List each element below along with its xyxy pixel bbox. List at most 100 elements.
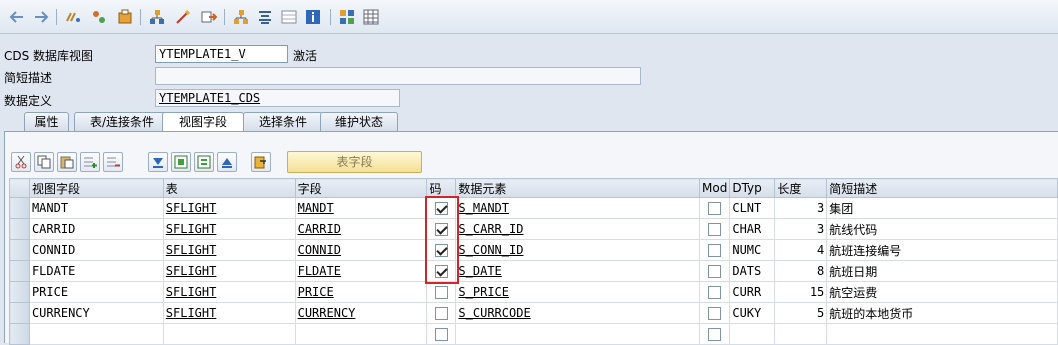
view-field-cell[interactable]: MANDT xyxy=(28,197,164,219)
table-cell[interactable]: SFLIGHT xyxy=(162,239,296,261)
data-element-cell[interactable]: S_MANDT xyxy=(455,197,701,219)
table-cell[interactable]: SFLIGHT xyxy=(162,260,296,282)
display-change-icon[interactable] xyxy=(90,8,108,26)
table-row[interactable]: FLDATE SFLIGHT FLDATE S_DATE DATS 8 航班日期 xyxy=(9,260,1058,282)
table-row[interactable] xyxy=(9,323,1058,345)
sort-up-icon[interactable] xyxy=(217,152,237,172)
data-element-cell[interactable]: S_CONN_ID xyxy=(455,239,701,261)
key-checkbox[interactable] xyxy=(434,244,448,257)
mod-checkbox-cell[interactable] xyxy=(699,323,731,345)
sort-down-icon[interactable] xyxy=(148,152,168,172)
field-cell[interactable]: CARRID xyxy=(294,218,428,240)
key-checkbox-cell[interactable] xyxy=(426,323,457,345)
view-name-field[interactable]: YTEMPLATE1_V xyxy=(155,45,288,63)
view-field-cell[interactable]: PRICE xyxy=(28,281,164,303)
key-checkbox[interactable] xyxy=(434,328,448,341)
row-selector[interactable] xyxy=(9,260,30,282)
col-header-table[interactable]: 表 xyxy=(162,178,296,198)
mod-checkbox[interactable] xyxy=(708,328,722,341)
mod-checkbox[interactable] xyxy=(708,265,722,278)
indent-icon[interactable] xyxy=(280,8,298,26)
key-icon[interactable] xyxy=(251,152,271,172)
col-header-view-field[interactable]: 视图字段 xyxy=(28,178,164,198)
view-field-cell[interactable]: FLDATE xyxy=(28,260,164,282)
row-selector[interactable] xyxy=(9,323,30,345)
col-header-length[interactable]: 长度 xyxy=(774,178,828,198)
cut-icon[interactable] xyxy=(11,152,31,172)
data-def-field[interactable]: YTEMPLATE1_CDS xyxy=(155,89,400,107)
key-checkbox-cell[interactable] xyxy=(426,197,457,219)
key-checkbox[interactable] xyxy=(434,286,448,299)
row-selector[interactable] xyxy=(9,197,30,219)
other-object-icon[interactable] xyxy=(64,8,82,26)
row-selector-header[interactable] xyxy=(9,178,30,198)
mod-checkbox-cell[interactable] xyxy=(699,302,731,324)
view-field-cell[interactable]: CONNID xyxy=(28,239,164,261)
mod-checkbox-cell[interactable] xyxy=(699,239,731,261)
key-checkbox[interactable] xyxy=(434,307,448,320)
tab-join-conditions[interactable]: 表/连接条件 xyxy=(74,112,170,132)
col-header-dtyp[interactable]: DTyp xyxy=(729,178,776,198)
view-field-cell[interactable] xyxy=(28,323,164,345)
view-field-cell[interactable]: CARRID xyxy=(28,218,164,240)
view-field-cell[interactable]: CURRENCY xyxy=(28,302,164,324)
key-checkbox-cell[interactable] xyxy=(426,281,457,303)
short-desc-field[interactable] xyxy=(155,67,641,85)
key-checkbox[interactable] xyxy=(434,223,448,236)
key-checkbox-cell[interactable] xyxy=(426,260,457,282)
key-checkbox-cell[interactable] xyxy=(426,218,457,240)
data-element-cell[interactable]: S_PRICE xyxy=(455,281,701,303)
table-cell[interactable] xyxy=(162,323,296,345)
insert-row-icon[interactable] xyxy=(80,152,100,172)
mod-checkbox[interactable] xyxy=(708,307,722,320)
key-checkbox[interactable] xyxy=(434,202,448,215)
mod-checkbox-cell[interactable] xyxy=(699,197,731,219)
tab-view-fields[interactable]: 视图字段 xyxy=(162,112,244,133)
object-list-icon[interactable] xyxy=(200,8,218,26)
row-selector[interactable] xyxy=(9,218,30,240)
col-header-data-element[interactable]: 数据元素 xyxy=(455,178,701,198)
delete-row-icon[interactable] xyxy=(103,152,123,172)
mod-checkbox-cell[interactable] xyxy=(699,260,731,282)
table-cell[interactable]: SFLIGHT xyxy=(162,218,296,240)
field-cell[interactable]: MANDT xyxy=(294,197,428,219)
table-row[interactable]: CARRID SFLIGHT CARRID S_CARR_ID CHAR 3 航线代码 xyxy=(9,218,1058,240)
table-row[interactable]: MANDT SFLIGHT MANDT S_MANDT CLNT 3 集团 xyxy=(9,197,1058,219)
data-element-cell[interactable]: S_CURRCODE xyxy=(455,302,701,324)
back-arrow-icon[interactable] xyxy=(8,8,26,26)
field-cell[interactable]: CONNID xyxy=(294,239,428,261)
data-element-cell[interactable]: S_CARR_ID xyxy=(455,218,701,240)
col-header-key[interactable]: 码 xyxy=(426,178,457,198)
mod-checkbox[interactable] xyxy=(708,223,722,236)
check-icon[interactable] xyxy=(148,8,166,26)
expand-icon[interactable] xyxy=(171,152,191,172)
field-cell[interactable]: PRICE xyxy=(294,281,428,303)
col-header-short-desc[interactable]: 简短描述 xyxy=(826,178,1058,198)
data-element-cell[interactable] xyxy=(455,323,701,345)
tab-attributes[interactable]: 属性 xyxy=(24,112,69,132)
hierarchy-icon[interactable] xyxy=(256,8,274,26)
row-selector[interactable] xyxy=(9,239,30,261)
mod-checkbox[interactable] xyxy=(708,202,722,215)
key-checkbox[interactable] xyxy=(434,265,448,278)
field-cell[interactable]: CURRENCY xyxy=(294,302,428,324)
field-cell[interactable] xyxy=(294,323,428,345)
info-icon[interactable] xyxy=(304,8,322,26)
where-used-icon[interactable] xyxy=(174,8,192,26)
mod-checkbox[interactable] xyxy=(708,244,722,257)
table-cell[interactable]: SFLIGHT xyxy=(162,281,296,303)
row-selector[interactable] xyxy=(9,302,30,324)
mod-checkbox-cell[interactable] xyxy=(699,218,731,240)
collapse-icon[interactable] xyxy=(194,152,214,172)
layout-icon[interactable] xyxy=(338,8,356,26)
col-header-field[interactable]: 字段 xyxy=(294,178,428,198)
table-view-icon[interactable] xyxy=(362,8,380,26)
mod-checkbox-cell[interactable] xyxy=(699,281,731,303)
key-checkbox-cell[interactable] xyxy=(426,302,457,324)
table-row[interactable]: CURRENCY SFLIGHT CURRENCY S_CURRCODE CUKY 5 航班… xyxy=(9,302,1058,324)
copy-icon[interactable] xyxy=(34,152,54,172)
data-element-cell[interactable]: S_DATE xyxy=(455,260,701,282)
tab-selection-conditions[interactable]: 选择条件 xyxy=(243,112,323,132)
table-fields-button[interactable]: 表字段 xyxy=(287,151,422,173)
table-row[interactable]: PRICE SFLIGHT PRICE S_PRICE CURR 15 航空运费 xyxy=(9,281,1058,303)
